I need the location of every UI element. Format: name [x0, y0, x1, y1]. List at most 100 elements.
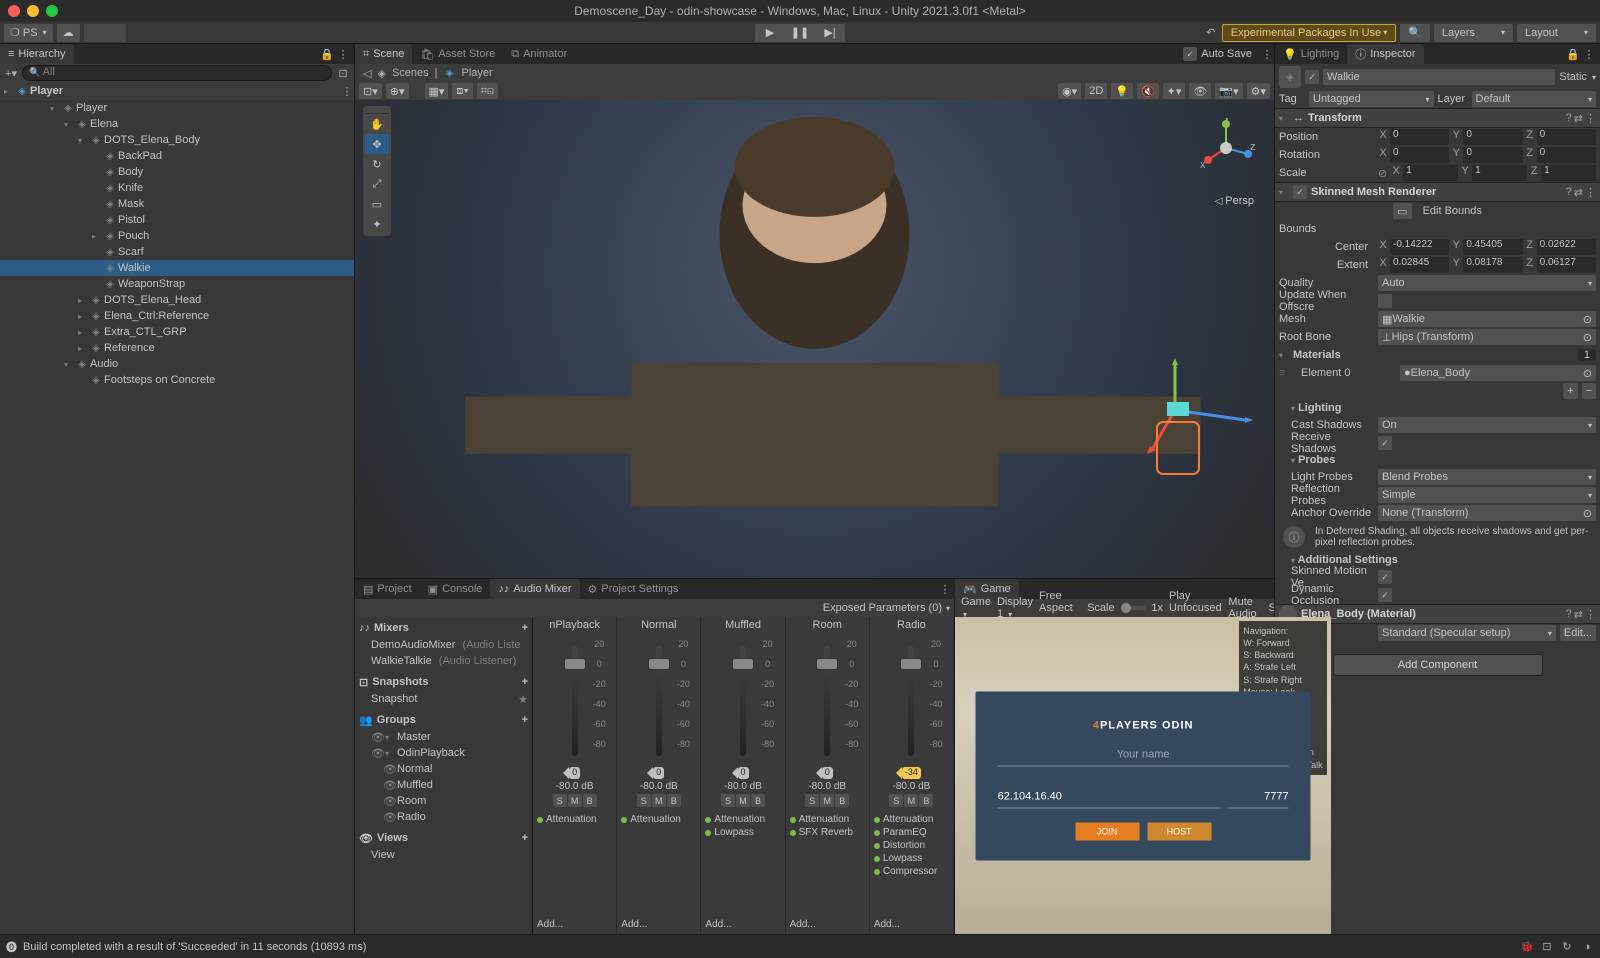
step-button[interactable]: ▶|: [815, 24, 845, 42]
mixers-section-header[interactable]: ♪♪Mixers+: [359, 619, 528, 637]
join-button[interactable]: JOIN: [1075, 822, 1139, 840]
extent-fields[interactable]: X0.02845Y0.08178Z0.06127: [1378, 257, 1596, 273]
tab-asset-store[interactable]: 🛍 Asset Store: [412, 44, 503, 64]
effect-slot[interactable]: ParamEQ: [872, 826, 951, 839]
cloud-button[interactable]: ☁: [57, 24, 80, 42]
hierarchy-item[interactable]: ▸◈DOTS_Elena_Head: [0, 292, 354, 308]
scene-menu-icon[interactable]: ⋮: [340, 84, 354, 98]
channel-b-button[interactable]: B: [667, 794, 681, 807]
undo-history-icon[interactable]: ↶: [1204, 26, 1218, 40]
group-item[interactable]: 👁Radio: [359, 809, 528, 825]
anchor-override-field[interactable]: None (Transform)⊙: [1378, 505, 1596, 521]
fader-track[interactable]: [572, 646, 578, 756]
add-mixer-button[interactable]: +: [522, 622, 528, 634]
autosave-checkbox[interactable]: ✓: [1183, 47, 1197, 61]
scene-header-row[interactable]: ▸◈Player ⋮: [0, 82, 354, 100]
hierarchy-item[interactable]: ◈WeaponStrap: [0, 276, 354, 292]
ip-input[interactable]: [998, 786, 1221, 808]
fader-track[interactable]: [656, 646, 662, 756]
group-item[interactable]: 👁Room: [359, 793, 528, 809]
gizmos-dropdown-button[interactable]: ⚙▾: [1247, 83, 1270, 99]
gameobject-active-checkbox[interactable]: ✓: [1305, 70, 1319, 84]
light-probes-dropdown[interactable]: Blend Probes▾: [1378, 469, 1596, 485]
mixer-channel[interactable]: Normal 200-20-40-60-80 0 -80.0 dB SMB At…: [617, 617, 701, 934]
channel-b-button[interactable]: B: [835, 794, 849, 807]
hierarchy-item[interactable]: ◈Body: [0, 164, 354, 180]
update-offscreen-checkbox[interactable]: [1378, 294, 1392, 308]
hierarchy-item[interactable]: ▸◈Reference: [0, 340, 354, 356]
tag-dropdown[interactable]: Untagged▾: [1309, 91, 1434, 107]
effect-slot[interactable]: Attenuation: [872, 813, 951, 826]
receive-shadows-checkbox[interactable]: ✓: [1378, 436, 1392, 450]
add-snapshot-button[interactable]: +: [522, 676, 528, 688]
static-dropdown[interactable]: Static ▾: [1559, 71, 1596, 83]
hierarchy-tree[interactable]: ▸◈Player ⋮ ▾◈Player▾◈Elena▾◈DOTS_Elena_B…: [0, 82, 354, 934]
fader-track[interactable]: [824, 646, 830, 756]
tab-lighting[interactable]: 💡 Lighting: [1275, 44, 1347, 64]
add-effect-button[interactable]: Add...: [535, 917, 614, 932]
hierarchy-item[interactable]: ◈Footsteps on Concrete: [0, 372, 354, 388]
layers-dropdown[interactable]: Layers▾: [1434, 24, 1513, 42]
material-remove-button[interactable]: −: [1582, 383, 1596, 399]
scale-slider[interactable]: [1121, 606, 1146, 610]
hierarchy-item[interactable]: ◈BackPad: [0, 148, 354, 164]
hierarchy-item[interactable]: ▾◈Player: [0, 100, 354, 116]
add-effect-button[interactable]: Add...: [619, 917, 698, 932]
material-slot-0[interactable]: ● Elena_Body⊙: [1400, 365, 1596, 381]
status-bug-icon[interactable]: 🐞: [1520, 940, 1534, 954]
dynamic-occlusion-checkbox[interactable]: ✓: [1378, 588, 1392, 602]
channel-s-button[interactable]: S: [721, 794, 735, 807]
hierarchy-lock-icon[interactable]: 🔒: [320, 47, 334, 61]
camera-settings-button[interactable]: 📷▾: [1215, 83, 1242, 99]
cast-shadows-dropdown[interactable]: On▾: [1378, 417, 1596, 433]
snapshots-section-header[interactable]: ⊡ Snapshots+: [359, 673, 528, 691]
host-button[interactable]: HOST: [1147, 822, 1211, 840]
fader-knob[interactable]: [564, 658, 586, 670]
mixer-item[interactable]: WalkieTalkie (Audio Listener): [359, 653, 528, 669]
add-component-button[interactable]: Add Component: [1333, 654, 1543, 676]
prefab-breadcrumb[interactable]: ◁ ◈Scenes | ◈Player: [355, 64, 1274, 82]
channel-m-button[interactable]: M: [904, 794, 918, 807]
effect-slot[interactable]: Attenuation: [788, 813, 867, 826]
view-item[interactable]: View: [359, 847, 528, 863]
rotation-fields[interactable]: X0Y0Z0: [1378, 147, 1596, 163]
hierarchy-item[interactable]: ◈Pistol: [0, 212, 354, 228]
inspector-menu-icon[interactable]: ⋮: [1582, 47, 1596, 61]
hierarchy-menu-icon[interactable]: ⋮: [336, 47, 350, 61]
edit-bounds-button[interactable]: ▭: [1393, 203, 1411, 219]
channel-b-button[interactable]: B: [919, 794, 933, 807]
shader-dropdown[interactable]: Standard (Specular setup)▾: [1378, 625, 1556, 641]
effect-slot[interactable]: Distortion: [872, 839, 951, 852]
channel-b-button[interactable]: B: [583, 794, 597, 807]
snap-toggle-button[interactable]: ⌗⊡: [477, 83, 498, 99]
tab-project-settings[interactable]: ⚙ Project Settings: [580, 579, 687, 599]
channel-s-button[interactable]: S: [553, 794, 567, 807]
db-badge[interactable]: 0: [822, 767, 833, 779]
reflection-probes-dropdown[interactable]: Simple▾: [1378, 487, 1596, 503]
probes-section-header[interactable]: Probes: [1298, 454, 1335, 466]
tool-handle-rotation[interactable]: ⊕▾: [386, 83, 409, 99]
add-effect-button[interactable]: Add...: [703, 917, 782, 932]
channel-m-button[interactable]: M: [820, 794, 834, 807]
position-fields[interactable]: X0Y0Z0: [1378, 129, 1596, 145]
db-badge[interactable]: -34: [902, 767, 921, 779]
scene-viewport[interactable]: ✋ ✥ ↻ ⤢ ▭ ✦ y z: [355, 100, 1274, 578]
version-control-button[interactable]: [84, 24, 126, 42]
experimental-packages-button[interactable]: Experimental Packages In Use▾: [1222, 24, 1396, 42]
scene-menu-icon[interactable]: ⋮: [1260, 47, 1274, 61]
gameobject-icon[interactable]: ◈: [1279, 66, 1301, 88]
gameobject-name-input[interactable]: Walkie: [1323, 69, 1555, 85]
group-item[interactable]: 👁Normal: [359, 761, 528, 777]
smr-component-header[interactable]: ▾✓Skinned Mesh Renderer ?⇄⋮: [1275, 182, 1600, 202]
tab-animator[interactable]: ⧉ Animator: [503, 44, 575, 64]
transform-component-header[interactable]: ▾↔Transform ?⇄⋮: [1275, 108, 1600, 128]
hierarchy-item[interactable]: ▾◈Elena: [0, 116, 354, 132]
mixer-menu-icon[interactable]: ⋮: [941, 582, 955, 596]
layout-dropdown[interactable]: Layout▾: [1517, 24, 1596, 42]
fader-knob[interactable]: [648, 658, 670, 670]
db-badge[interactable]: 0: [569, 767, 580, 779]
center-fields[interactable]: X-0.14222Y0.45405Z0.02622: [1378, 239, 1596, 255]
mesh-field[interactable]: ▦ Walkie⊙: [1378, 311, 1596, 327]
tab-inspector[interactable]: ⓘ Inspector: [1347, 44, 1423, 64]
mixer-item[interactable]: DemoAudioMixer (Audio Liste: [359, 637, 528, 653]
